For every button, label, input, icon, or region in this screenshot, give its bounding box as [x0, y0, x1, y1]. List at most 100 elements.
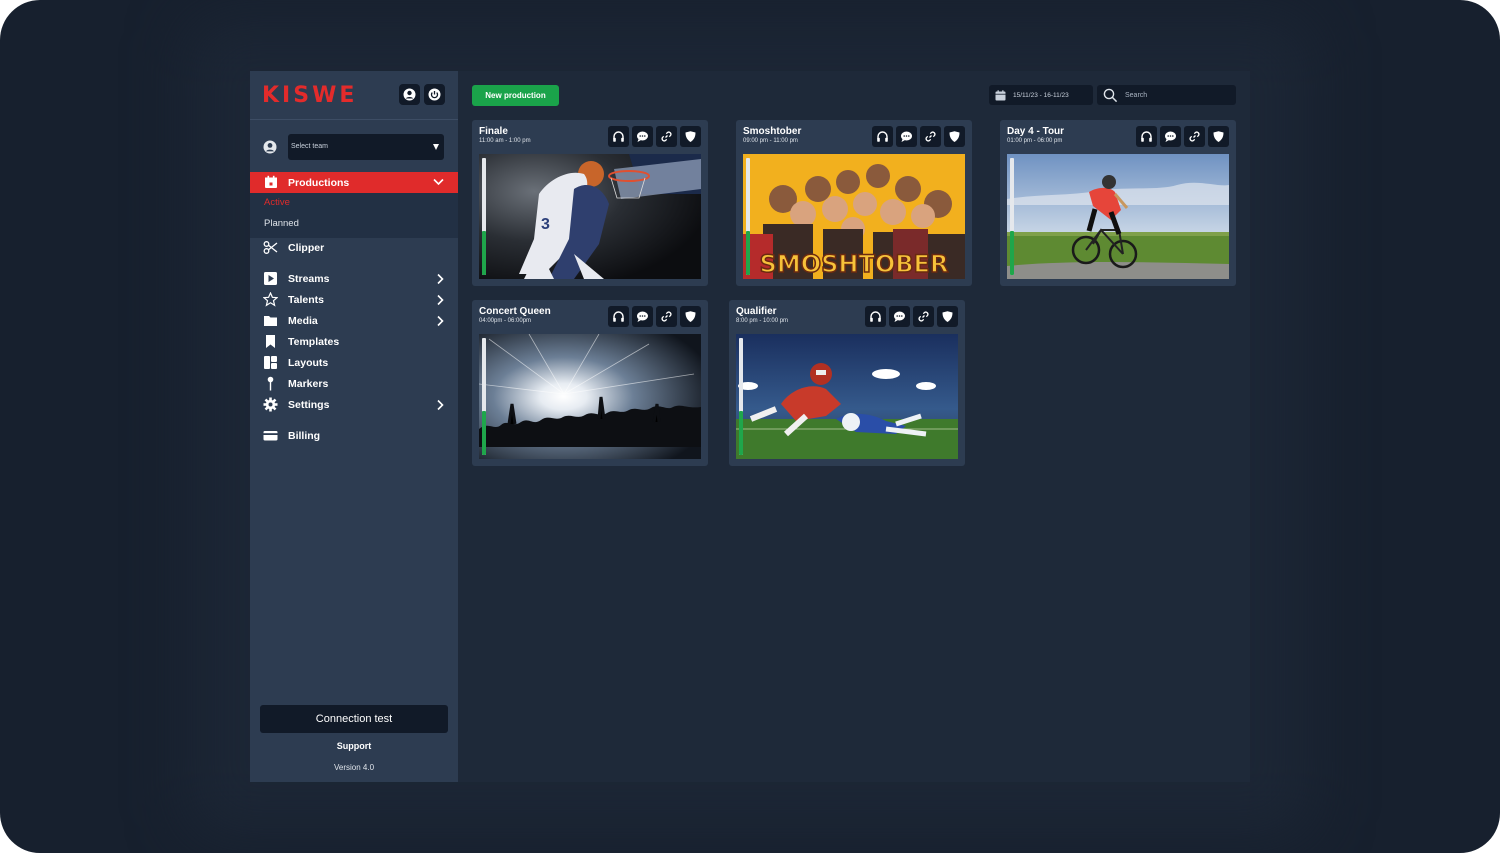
subitem-active[interactable]: Active: [264, 197, 290, 208]
date-range-value: 15/11/23 - 16-11/23: [1013, 92, 1069, 99]
team-select[interactable]: Select team: [288, 134, 444, 160]
chevron-right-icon: [437, 294, 444, 306]
link-button[interactable]: [656, 126, 677, 147]
audio-level-meter: [482, 338, 486, 455]
chevron-right-icon: [437, 273, 444, 285]
audio-level-meter: [739, 338, 743, 455]
search-placeholder: Search: [1125, 92, 1148, 99]
audio-level-fill: [482, 410, 486, 455]
chat-button[interactable]: [889, 306, 910, 327]
production-card[interactable]: Finale 11:00 am - 1:00 pm 3: [472, 120, 708, 286]
search-icon: [1103, 88, 1118, 103]
sidebar-item-streams[interactable]: Streams: [250, 270, 458, 288]
smoshtober-image: SMOSHTOBER: [743, 154, 965, 279]
production-thumbnail[interactable]: SMOSHTOBER: [743, 154, 965, 279]
audio-button[interactable]: [865, 306, 886, 327]
power-button[interactable]: [424, 84, 445, 105]
link-button[interactable]: [913, 306, 934, 327]
production-title: Concert Queen: [479, 306, 551, 317]
production-card[interactable]: Concert Queen 04:00pm - 06:00pm: [472, 300, 708, 466]
chat-button[interactable]: [1160, 126, 1181, 147]
chevron-right-icon: [437, 315, 444, 327]
production-thumbnail[interactable]: [479, 334, 701, 459]
layout-icon: [264, 356, 277, 369]
chat-button[interactable]: [632, 126, 653, 147]
headphones-icon: [613, 311, 624, 322]
sidebar-divider: [250, 119, 458, 120]
production-title: Day 4 - Tour: [1007, 126, 1065, 137]
sidebar-item-templates[interactable]: Templates: [250, 333, 458, 351]
sidebar-item-label: Talents: [288, 294, 324, 306]
sidebar-item-label: Media: [288, 315, 318, 327]
version-label: Version 4.0: [333, 763, 375, 772]
productions-submenu: Active Planned: [250, 193, 458, 238]
device-frame: KISWE Select team Productions Active Pla…: [0, 0, 1500, 853]
shield-button[interactable]: [1208, 126, 1229, 147]
sidebar-item-clipper[interactable]: Clipper: [250, 239, 458, 257]
sidebar-item-label: Clipper: [288, 242, 325, 254]
production-card[interactable]: Smoshtober 09:00 pm - 11:00 pm SMOSHTOBE…: [736, 120, 972, 286]
audio-level-meter: [482, 158, 486, 275]
support-link[interactable]: Support: [250, 741, 458, 751]
production-thumbnail[interactable]: [736, 334, 958, 459]
chat-icon: [894, 311, 905, 322]
production-title: Qualifier: [736, 306, 777, 317]
link-icon: [661, 311, 672, 322]
link-button[interactable]: [1184, 126, 1205, 147]
connection-test-button[interactable]: Connection test: [260, 705, 448, 733]
audio-level-fill: [1010, 230, 1014, 275]
sidebar-item-layouts[interactable]: Layouts: [250, 354, 458, 372]
sidebar-item-talents[interactable]: Talents: [250, 291, 458, 309]
power-icon: [428, 88, 441, 101]
link-button[interactable]: [920, 126, 941, 147]
folder-icon: [264, 316, 277, 326]
sidebar-item-media[interactable]: Media: [250, 312, 458, 330]
production-time: 09:00 pm - 11:00 pm: [743, 138, 798, 144]
link-button[interactable]: [656, 306, 677, 327]
audio-level-meter: [1010, 158, 1014, 275]
sidebar-item-markers[interactable]: Markers: [250, 375, 458, 393]
chat-button[interactable]: [632, 306, 653, 327]
shield-button[interactable]: [680, 306, 701, 327]
brand-logo: KISWE: [262, 83, 358, 108]
link-icon: [1189, 131, 1200, 142]
audio-button[interactable]: [608, 306, 629, 327]
search-input[interactable]: Search: [1097, 85, 1236, 105]
production-card[interactable]: Day 4 - Tour 01:00 pm - 06:00 pm: [1000, 120, 1236, 286]
shield-button[interactable]: [937, 306, 958, 327]
subitem-planned[interactable]: Planned: [264, 218, 299, 229]
new-production-button[interactable]: New production: [472, 85, 559, 106]
chat-icon: [637, 131, 648, 142]
concert-image: [479, 334, 701, 459]
sidebar-item-label: Templates: [288, 336, 340, 348]
shield-icon: [942, 311, 953, 322]
shield-button[interactable]: [944, 126, 965, 147]
sidebar-item-label: Billing: [288, 430, 321, 442]
production-thumbnail[interactable]: 3: [479, 154, 701, 279]
basketball-image: 3: [479, 154, 701, 279]
date-range-picker[interactable]: 15/11/23 - 16-11/23: [989, 85, 1093, 105]
production-card[interactable]: Qualifier 8:00 pm - 10:00 pm: [729, 300, 965, 466]
sidebar: KISWE Select team Productions Active Pla…: [250, 71, 458, 782]
card-icon: [263, 431, 278, 441]
svg-text:3: 3: [541, 216, 550, 233]
link-icon: [661, 131, 672, 142]
shield-button[interactable]: [680, 126, 701, 147]
sidebar-item-settings[interactable]: Settings: [250, 396, 458, 414]
sidebar-item-billing[interactable]: Billing: [250, 427, 458, 445]
audio-button[interactable]: [1136, 126, 1157, 147]
bookmark-icon: [266, 335, 275, 348]
gear-icon: [263, 397, 278, 412]
audio-button[interactable]: [608, 126, 629, 147]
team-select-value: Select team: [291, 143, 328, 150]
audio-level-meter: [746, 158, 750, 275]
sidebar-item-label: Markers: [288, 378, 329, 390]
production-thumbnail[interactable]: [1007, 154, 1229, 279]
sidebar-item-label: Productions: [288, 177, 350, 189]
profile-button[interactable]: [399, 84, 420, 105]
sidebar-item-productions[interactable]: Productions: [250, 172, 458, 193]
audio-button[interactable]: [872, 126, 893, 147]
chat-button[interactable]: [896, 126, 917, 147]
sidebar-item-label: Layouts: [288, 357, 329, 369]
chat-icon: [1165, 131, 1176, 142]
